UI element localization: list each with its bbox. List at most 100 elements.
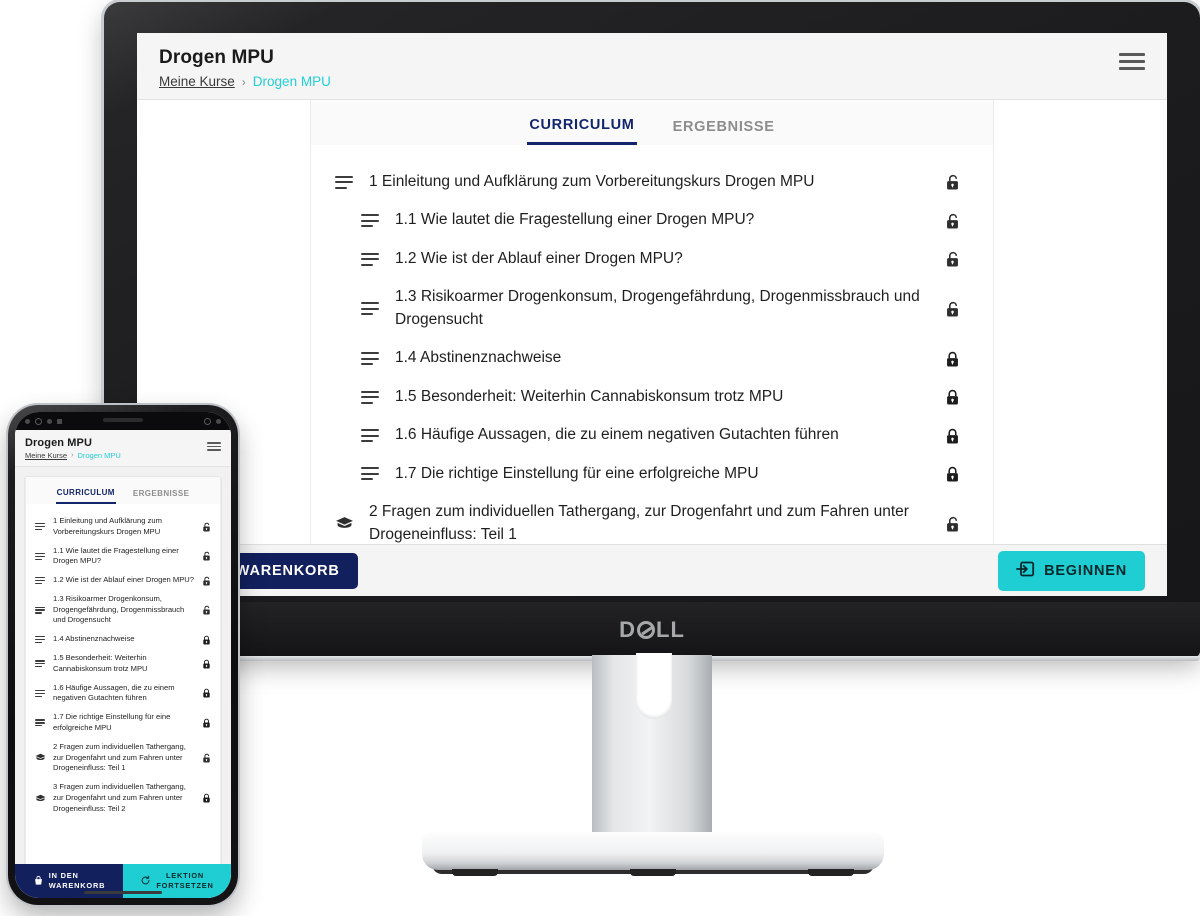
curriculum-item[interactable]: 1 Einleitung und Aufklärung zum Vorberei… [26, 512, 220, 542]
curriculum-list: 1 Einleitung und Aufklärung zum Vorberei… [311, 145, 993, 544]
mobile-app-header: Drogen MPU Meine Kurse › Drogen MPU [15, 430, 231, 467]
content-column: CURRICULUM ERGEBNISSE 1 Einleitung und A… [25, 477, 221, 864]
curriculum-item[interactable]: 1.3 Risikoarmer Drogenkonsum, Drogengefä… [26, 590, 220, 630]
login-arrow-icon [1016, 561, 1035, 581]
hamburger-line [1119, 67, 1145, 70]
curriculum-item-title: 1.1 Wie lautet die Fragestellung einer D… [53, 545, 179, 566]
breadcrumb-link-meine-kurse[interactable]: Meine Kurse [25, 451, 67, 460]
curriculum-item-title: 2 Fragen zum individuellen Tathergang, z… [53, 741, 186, 773]
monitor-chin: D LL [104, 602, 1200, 657]
breadcrumb-link-meine-kurse[interactable]: Meine Kurse [159, 74, 235, 89]
tab-bar: CURRICULUM ERGEBNISSE [26, 477, 220, 504]
curriculum-item-title: 2 Fragen zum individuellen Tathergang, z… [369, 503, 909, 543]
curriculum-item-title: 1.1 Wie lautet die Fragestellung einer D… [395, 211, 755, 229]
curriculum-item-title: 3 Fragen zum individuellen Tathergang, z… [53, 782, 186, 813]
graduation-cap-icon [34, 753, 46, 762]
curriculum-item[interactable]: 1.7 Die richtige Einstellung für eine er… [311, 455, 993, 493]
phone-notch [87, 412, 159, 428]
curriculum-item[interactable]: 1.2 Wie ist der Ablauf einer Drogen MPU? [26, 571, 220, 590]
list-icon [34, 523, 46, 531]
mobile-app-body: CURRICULUM ERGEBNISSE 1 Einleitung und A… [15, 467, 231, 864]
curriculum-item[interactable]: 2 Fragen zum individuellen Tathergang, z… [26, 738, 220, 778]
desktop-app-header: Drogen MPU Meine Kurse › Drogen MPU [137, 33, 1167, 100]
locked-icon [943, 388, 961, 406]
shopping-basket-icon [33, 875, 44, 888]
hamburger-menu-icon[interactable] [1119, 53, 1145, 70]
curriculum-item[interactable]: 1 Einleitung und Aufklärung zum Vorberei… [311, 163, 993, 201]
curriculum-item[interactable]: 1.5 Besonderheit: Weiterhin Cannabiskons… [26, 649, 220, 679]
unlocked-icon [201, 551, 211, 561]
unlocked-icon [201, 576, 211, 586]
hamburger-line [1119, 53, 1145, 56]
list-icon [34, 606, 46, 614]
breadcrumb-separator-icon: › [241, 74, 246, 89]
locked-icon [201, 793, 211, 803]
list-icon [34, 689, 46, 697]
breadcrumb-current: Drogen MPU [77, 451, 121, 460]
list-icon [333, 175, 355, 189]
breadcrumb-separator-icon: › [71, 452, 74, 459]
curriculum-item-title: 1.6 Häufige Aussagen, die zu einem negat… [395, 426, 839, 444]
tab-ergebnisse[interactable]: ERGEBNISSE [671, 113, 777, 145]
curriculum-item[interactable]: 1.1 Wie lautet die Fragestellung einer D… [311, 201, 993, 239]
curriculum-item[interactable]: 1.7 Die richtige Einstellung für eine er… [26, 708, 220, 738]
curriculum-item[interactable]: 1.4 Abstinenznachweise [311, 339, 993, 377]
list-icon [359, 429, 381, 443]
list-icon [34, 719, 46, 727]
locked-icon [201, 688, 211, 698]
status-battery-icon [216, 418, 221, 424]
desktop-monitor-mockup: Drogen MPU Meine Kurse › Drogen MPU CURR… [104, 2, 1200, 661]
status-settings-icon [35, 417, 42, 425]
list-icon [34, 552, 46, 560]
curriculum-item[interactable]: 1.5 Besonderheit: Weiterhin Cannabiskons… [311, 378, 993, 416]
content-column: CURRICULUM ERGEBNISSE 1 Einleitung und A… [310, 100, 994, 544]
phone-screen: Drogen MPU Meine Kurse › Drogen MPU CURR… [15, 412, 231, 898]
unlocked-icon [201, 605, 211, 615]
curriculum-item[interactable]: 1.1 Wie lautet die Fragestellung einer D… [26, 542, 220, 572]
graduation-cap-icon [34, 794, 46, 803]
unlocked-icon [943, 300, 961, 318]
curriculum-item[interactable]: 1.3 Risikoarmer Drogenkonsum, Drogengefä… [311, 278, 993, 339]
phone-home-indicator [84, 891, 162, 894]
add-to-cart-label-line2: WARENKORB [48, 881, 106, 890]
list-icon [34, 636, 46, 644]
curriculum-item-title: 1.6 Häufige Aussagen, die zu einem negat… [53, 682, 175, 703]
hamburger-menu-icon[interactable] [207, 442, 221, 452]
monitor-stand-slot [636, 653, 672, 719]
continue-lesson-label: LEKTION FORTSETZEN [156, 871, 213, 891]
list-icon [34, 660, 46, 668]
curriculum-item[interactable]: 1.6 Häufige Aussagen, die zu einem negat… [311, 416, 993, 454]
mobile-app: Drogen MPU Meine Kurse › Drogen MPU CURR… [15, 430, 231, 898]
curriculum-item[interactable]: 1.4 Abstinenznachweise [26, 630, 220, 649]
curriculum-item-title: 1.4 Abstinenznachweise [53, 634, 135, 644]
tab-ergebnisse[interactable]: ERGEBNISSE [132, 486, 190, 504]
curriculum-item[interactable]: 1.2 Wie ist der Ablauf einer Drogen MPU? [311, 240, 993, 278]
start-course-button[interactable]: BEGINNEN [998, 550, 1145, 591]
curriculum-item[interactable]: 3 Fragen zum individuellen Tathergang, z… [26, 778, 220, 818]
curriculum-item-title: 1 Einleitung und Aufklärung zum Vorberei… [53, 516, 162, 536]
list-icon [359, 302, 381, 316]
monitor-screen: Drogen MPU Meine Kurse › Drogen MPU CURR… [137, 33, 1167, 596]
desktop-app-body: CURRICULUM ERGEBNISSE 1 Einleitung und A… [137, 100, 1167, 544]
breadcrumb: Meine Kurse › Drogen MPU [159, 74, 1145, 89]
hamburger-line [1119, 60, 1145, 63]
unlocked-icon [943, 250, 961, 268]
tab-bar: CURRICULUM ERGEBNISSE [311, 100, 993, 145]
refresh-icon [140, 875, 151, 888]
list-icon [359, 352, 381, 366]
monitor-stand-foot [452, 869, 498, 876]
page-title: Drogen MPU [25, 437, 92, 449]
add-to-cart-label: IN DEN WARENKORB [49, 871, 105, 891]
phone-status-bar [15, 412, 231, 430]
hamburger-line [207, 449, 221, 452]
status-square-icon [57, 418, 62, 424]
curriculum-item[interactable]: 2 Fragen zum individuellen Tathergang, z… [311, 493, 993, 544]
unlocked-icon [943, 515, 961, 533]
unlocked-icon [943, 173, 961, 191]
curriculum-item-title: 1.5 Besonderheit: Weiterhin Cannabiskons… [395, 387, 784, 405]
tab-curriculum[interactable]: CURRICULUM [55, 486, 116, 504]
locked-icon [943, 350, 961, 368]
curriculum-item[interactable]: 1.6 Häufige Aussagen, die zu einem negat… [26, 679, 220, 709]
locked-icon [943, 427, 961, 445]
tab-curriculum[interactable]: CURRICULUM [527, 113, 637, 145]
